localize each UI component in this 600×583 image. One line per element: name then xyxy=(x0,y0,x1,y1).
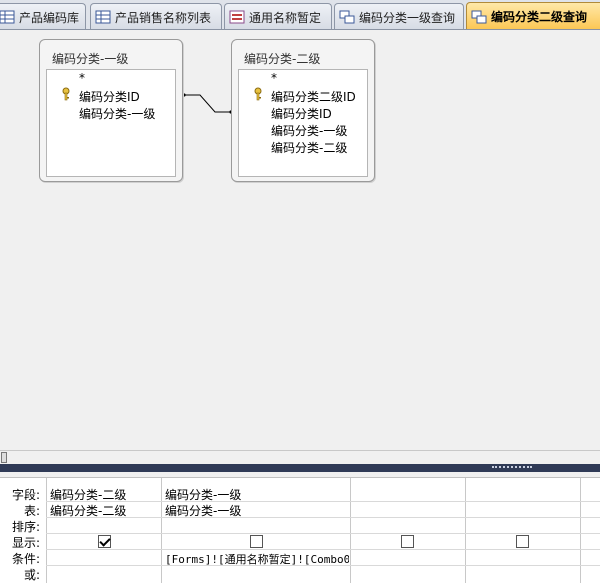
field-list-code-category-level1[interactable]: 编码分类-一级 * 编码分类ID 编码分类-一级 xyxy=(39,39,183,182)
grid-table-cell[interactable]: 编码分类-二级 xyxy=(50,502,160,519)
tab-product-sales-name-list[interactable]: 产品销售名称列表 xyxy=(90,3,222,29)
grid-divider xyxy=(350,478,351,583)
tab-label: 编码分类一级查询 xyxy=(359,10,456,25)
tab-label: 产品销售名称列表 xyxy=(115,10,212,25)
field-code-category-id[interactable]: 编码分类ID xyxy=(271,105,332,122)
tab-generic-name-temp[interactable]: 通用名称暂定 xyxy=(224,3,332,29)
show-checkbox[interactable] xyxy=(516,535,529,548)
field-code-category-level2-id[interactable]: 编码分类二级ID xyxy=(271,88,356,105)
query-icon xyxy=(471,10,487,23)
field-list-body: * 编码分类ID 编码分类-一级 xyxy=(46,69,176,177)
field-list-title: 编码分类-二级 xyxy=(244,52,321,66)
field-code-category-level2[interactable]: 编码分类-二级 xyxy=(271,139,347,156)
table-icon xyxy=(95,10,111,24)
field-code-category-id[interactable]: 编码分类ID xyxy=(79,88,140,105)
show-checkbox[interactable] xyxy=(98,535,111,548)
pane-splitter[interactable] xyxy=(0,464,600,472)
document-tab-bar: 产品编码库 产品销售名称列表 通用名称暂定 编码分类一级查询 编码分类二级查询 xyxy=(0,0,600,30)
field-code-category-level1[interactable]: 编码分类-一级 xyxy=(271,122,347,139)
show-checkbox[interactable] xyxy=(401,535,414,548)
row-label-show: 显示: xyxy=(11,536,40,550)
grid-divider xyxy=(46,478,47,583)
table-icon xyxy=(0,10,15,24)
tab-product-code-library[interactable]: 产品编码库 xyxy=(0,3,86,29)
tab-code-category-level2-query[interactable]: 编码分类二级查询 xyxy=(466,2,600,29)
grid-field-cell[interactable]: 编码分类-二级 xyxy=(50,486,160,503)
tab-label: 编码分类二级查询 xyxy=(491,10,588,24)
primary-key-icon xyxy=(254,87,262,101)
grid-criteria-cell[interactable]: [Forms]![通用名称暂定]![Combo0] xyxy=(165,551,349,567)
field-all-columns[interactable]: * xyxy=(271,71,277,85)
grid-field-cell[interactable]: 编码分类-一级 xyxy=(165,486,345,503)
row-label-or: 或: xyxy=(23,568,40,582)
row-label-field: 字段: xyxy=(11,488,40,502)
field-list-body: * 编码分类二级ID 编码分类ID 编码分类-一级 编码分类-二级 xyxy=(238,69,368,177)
grid-divider xyxy=(580,478,581,583)
query-design-surface[interactable]: 编码分类-一级 * 编码分类ID 编码分类-一级 编码分类-二级 * 编码分类二… xyxy=(0,30,600,450)
row-label-criteria: 条件: xyxy=(11,552,40,566)
scroll-grip[interactable] xyxy=(1,452,7,463)
splitter-grip-dots[interactable] xyxy=(492,466,532,469)
form-icon xyxy=(229,10,245,24)
tab-label: 产品编码库 xyxy=(19,10,80,25)
primary-key-icon xyxy=(62,87,70,101)
row-label-table: 表: xyxy=(23,504,40,518)
query-design-grid[interactable]: 字段: 表: 排序: 显示: 条件: 或: 编码分类-二级 编码分类-二级 编码… xyxy=(0,472,600,583)
tab-label: 通用名称暂定 xyxy=(249,10,322,25)
field-list-code-category-level2[interactable]: 编码分类-二级 * 编码分类二级ID 编码分类ID 编码分类-一级 编码分类-二… xyxy=(231,39,375,182)
grid-divider xyxy=(465,478,466,583)
field-all-columns[interactable]: * xyxy=(79,71,85,85)
field-code-category-level1[interactable]: 编码分类-一级 xyxy=(79,105,155,122)
show-checkbox[interactable] xyxy=(250,535,263,548)
tab-code-category-level1-query[interactable]: 编码分类一级查询 xyxy=(334,3,464,29)
horizontal-scrollbar[interactable] xyxy=(0,450,600,464)
row-label-sort: 排序: xyxy=(11,520,40,534)
grid-row-divider xyxy=(46,549,600,550)
field-list-title: 编码分类-一级 xyxy=(52,52,129,66)
grid-table-cell[interactable]: 编码分类-一级 xyxy=(165,502,345,519)
grid-divider xyxy=(161,478,162,583)
grid-column-selector-band[interactable] xyxy=(0,472,600,478)
query-icon xyxy=(339,10,355,24)
grid-row-divider xyxy=(46,533,600,534)
